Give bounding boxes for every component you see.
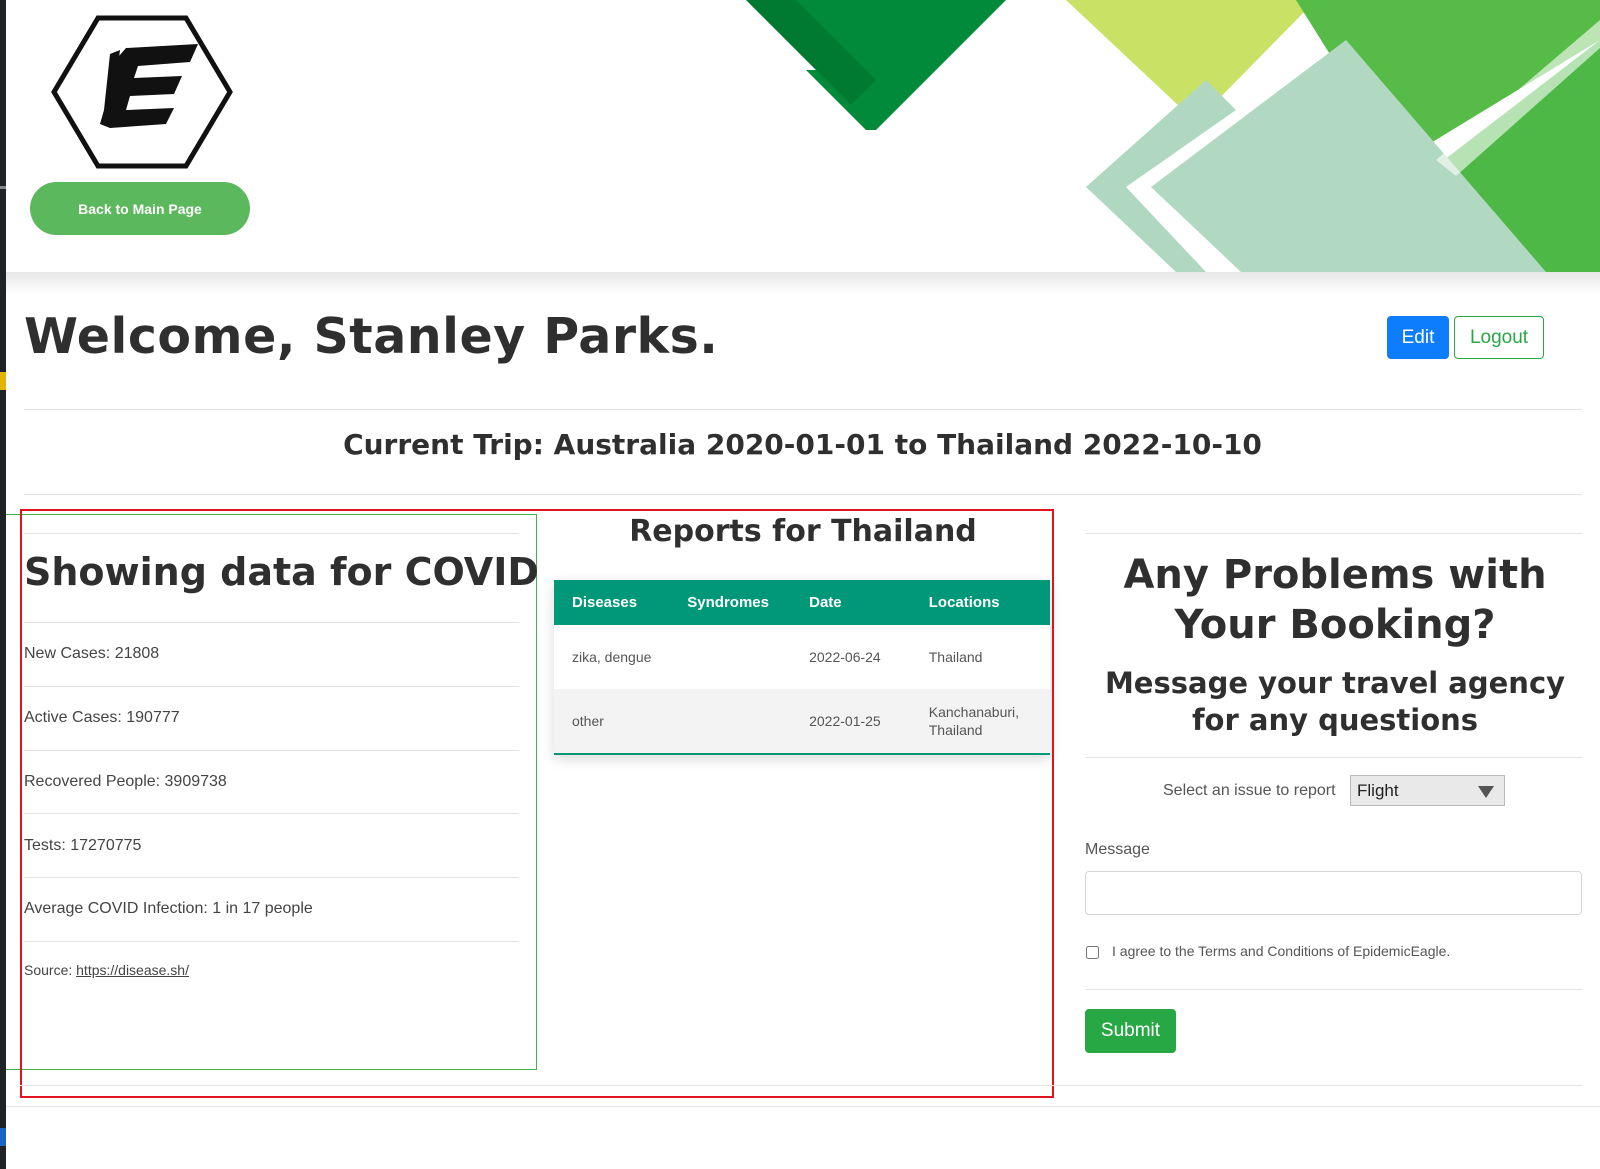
column-header-locations: Locations [910, 580, 1050, 625]
cell-diseases: zika, dengue [572, 649, 652, 665]
reports-table: Diseases Syndromes Date Locations zika, … [554, 580, 1050, 755]
source-link[interactable]: https://disease.sh/ [76, 962, 189, 978]
divider [24, 622, 519, 623]
divider [24, 533, 519, 534]
back-to-main-button[interactable]: Back to Main Page [30, 182, 250, 235]
edge-marker [0, 1128, 6, 1146]
stat-recovered: Recovered People: 3909738 [24, 773, 227, 790]
cell-syndromes [669, 625, 791, 689]
divider [24, 941, 519, 942]
support-subtitle: Message your travel agency for any quest… [1104, 666, 1566, 737]
divider [24, 813, 519, 814]
column-header-syndromes: Syndromes [669, 580, 792, 625]
stat-tests: Tests: 17270775 [24, 837, 142, 854]
covid-title: Showing data for COVID [24, 550, 539, 594]
cell-locations: Kanchanaburi, Thailand [910, 689, 1050, 755]
divider [24, 877, 519, 878]
column-header-date: Date [791, 580, 911, 625]
divider [20, 1085, 1582, 1086]
data-source: Source: https://disease.sh/ [24, 962, 189, 978]
logout-button[interactable]: Logout [1454, 316, 1544, 359]
divider [1085, 989, 1582, 990]
submit-button[interactable]: Submit [1085, 1009, 1176, 1053]
message-label: Message [1085, 841, 1150, 858]
dropdown-arrow-icon[interactable] [1478, 786, 1494, 798]
edge-marker [0, 372, 6, 390]
table-header-row: Diseases Syndromes Date Locations [554, 580, 1050, 625]
issue-selected-value: Flight [1357, 781, 1399, 800]
source-label: Source: [24, 962, 73, 978]
table-row: other 2022-01-25 Kanchanaburi, Thailand [554, 689, 1050, 755]
cell-date: 2022-01-25 [791, 689, 911, 755]
terms-label: I agree to the Terms and Conditions of E… [1112, 943, 1451, 959]
support-title: Any Problems with Your Booking? [1123, 552, 1547, 648]
decorative-shapes [746, 0, 1600, 272]
divider [24, 686, 519, 687]
edit-profile-button[interactable]: Edit [1387, 316, 1449, 359]
stat-active-cases: Active Cases: 190777 [24, 709, 180, 726]
message-input[interactable] [1085, 871, 1582, 915]
footer-divider [6, 1106, 1600, 1107]
divider [24, 750, 519, 751]
cell-locations: Thailand [928, 649, 983, 665]
cell-diseases: other [554, 689, 670, 755]
issue-select-label: Select an issue to report [1163, 782, 1336, 799]
terms-checkbox[interactable] [1086, 946, 1099, 959]
divider [1085, 533, 1582, 534]
column-header-diseases: Diseases [554, 580, 670, 625]
current-trip-heading: Current Trip: Australia 2020-01-01 to Th… [343, 428, 1262, 461]
covid-data-panel [6, 514, 537, 1070]
header-shadow [6, 272, 1600, 294]
divider [24, 409, 1582, 410]
company-logo-icon [51, 15, 233, 169]
stat-new-cases: New Cases: 21808 [24, 645, 160, 662]
divider [1085, 757, 1582, 758]
table-row: zika, dengue 2022-06-24 Thailand [554, 625, 1050, 689]
header-banner: Back to Main Page [6, 0, 1600, 272]
divider [24, 494, 1582, 495]
cell-date: 2022-06-24 [809, 649, 881, 665]
cell-syndromes [669, 689, 792, 755]
stat-average-infection: Average COVID Infection: 1 in 17 people [24, 900, 313, 917]
reports-title: Reports for Thailand [629, 514, 977, 549]
welcome-heading: Welcome, Stanley Parks. [24, 308, 719, 365]
